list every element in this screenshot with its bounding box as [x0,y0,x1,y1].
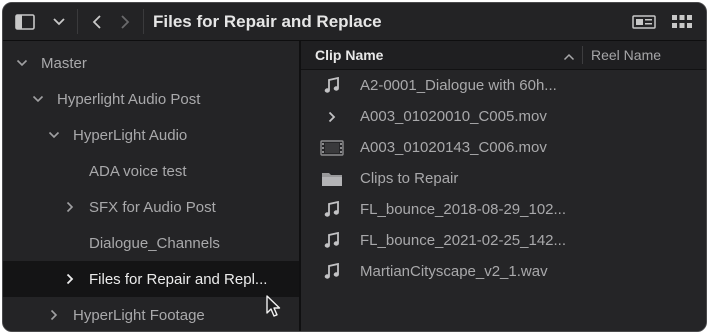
audio-note-icon [319,231,345,251]
sidebar-item-label: HyperLight Footage [73,306,205,324]
clip-name: Clips to Repair [360,170,459,187]
audio-note-icon [319,76,345,96]
sidebar-item-dialogue-channels[interactable]: Dialogue_Channels [3,225,299,261]
list-item[interactable]: A003_01020143_C006.mov [301,132,706,163]
metadata-view-icon[interactable] [629,3,659,40]
sidebar-item-label: ADA voice test [89,162,187,180]
sidebar-item-label: Files for Repair and Repl... [89,270,268,288]
sidebar-item-ada-voice-test[interactable]: ADA voice test [3,153,299,189]
sidebar-item-sfx-for-audio-post[interactable]: SFX for Audio Post [3,189,299,225]
audio-note-icon [319,262,345,282]
column-divider[interactable] [582,46,583,64]
sidebar-item-hyperlight-audio-post[interactable]: Hyperlight Audio Post [3,81,299,117]
thumbnail-grid-view-icon[interactable] [667,3,697,40]
sidebar-item-master[interactable]: Master [3,45,299,81]
sidebar-item-label: HyperLight Audio [73,126,188,144]
folder-icon [319,169,345,189]
list-item[interactable]: Clips to Repair [301,163,706,194]
chevron-down-icon[interactable] [15,56,29,70]
clip-name: A003_01020010_C005.mov [360,108,547,125]
sidebar-item-hyperlight-footage[interactable]: HyperLight Footage [3,297,299,331]
sidebar-item-hyperlight-audio[interactable]: HyperLight Audio [3,117,299,153]
clip-name: FL_bounce_2018-08-29_102... [360,201,567,218]
sidebar-item-label: SFX for Audio Post [89,198,216,216]
clip-name: FL_bounce_2021-02-25_142... [360,232,567,249]
film-clip-icon [319,138,345,158]
audio-note-icon [319,200,345,220]
back-arrow-icon[interactable] [85,3,109,40]
clip-list-panel: Clip Name Reel Name A2-0001_Dialogue wit… [301,41,706,331]
column-header-clip-name[interactable]: Clip Name [315,41,383,69]
column-header-bar: Clip Name Reel Name [301,41,706,70]
forward-arrow-icon[interactable] [113,3,137,40]
list-item[interactable]: MartianCityscape_v2_1.wav [301,256,706,287]
list-item[interactable]: A2-0001_Dialogue with 60h... [301,70,706,101]
toolbar-separator [143,9,144,34]
sidebar-item-label: Hyperlight Audio Post [57,90,201,108]
sort-ascending-icon[interactable] [563,49,575,67]
chevron-down-icon[interactable] [47,3,71,40]
sidebar-toggle-icon[interactable] [11,3,39,40]
sidebar-item-label: Master [41,54,87,72]
page-title: Files for Repair and Replace [153,12,382,31]
media-pool-window: Files for Repair and Replace Master Hype… [2,2,707,332]
clip-name: MartianCityscape_v2_1.wav [360,263,548,280]
mouse-pointer-icon [266,295,282,324]
chevron-down-icon[interactable] [31,92,45,106]
chevron-right-icon[interactable] [63,200,77,214]
clip-name: A2-0001_Dialogue with 60h... [360,77,557,94]
bin-tree-sidebar: Master Hyperlight Audio Post HyperLight … [3,41,299,331]
expand-chevron-icon[interactable] [319,107,345,127]
sidebar-item-label: Dialogue_Channels [89,234,220,252]
chevron-right-icon[interactable] [63,272,77,286]
clip-name: A003_01020143_C006.mov [360,139,547,156]
chevron-down-icon[interactable] [47,128,61,142]
chevron-right-icon[interactable] [47,308,61,322]
list-item[interactable]: FL_bounce_2018-08-29_102... [301,194,706,225]
toolbar: Files for Repair and Replace [3,3,706,41]
list-item[interactable]: FL_bounce_2021-02-25_142... [301,225,706,256]
column-header-reel-name[interactable]: Reel Name [591,41,661,69]
toolbar-separator [77,9,78,34]
sidebar-item-files-for-repair-and-replace[interactable]: Files for Repair and Repl... [3,261,299,297]
list-item[interactable]: A003_01020010_C005.mov [301,101,706,132]
